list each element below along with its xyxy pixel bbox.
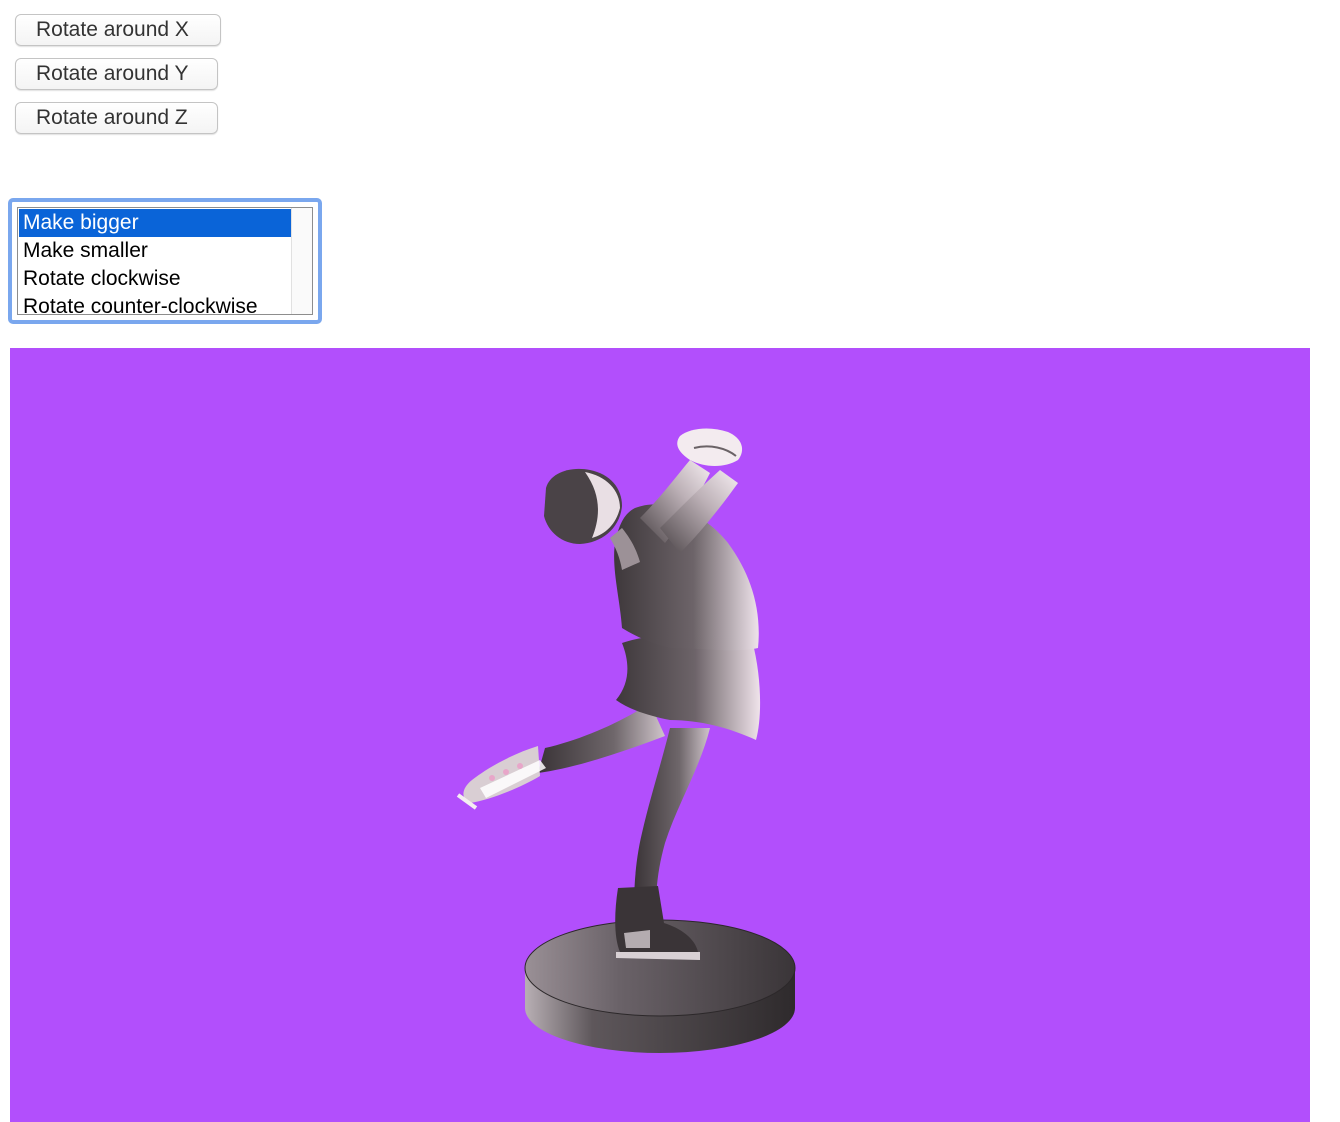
3d-viewport[interactable] [10,348,1310,1122]
listbox-option-make-bigger[interactable]: Make bigger [19,209,295,237]
action-listbox[interactable]: Make bigger Make smaller Rotate clockwis… [17,207,313,315]
rotate-around-z-button[interactable]: Rotate around Z [15,102,218,134]
free-leg [456,703,665,810]
3d-scene [456,428,796,1053]
listbox-option-rotate-clockwise[interactable]: Rotate clockwise [19,265,295,293]
action-listbox-focus-ring: Make bigger Make smaller Rotate clockwis… [8,198,322,324]
rotate-around-x-button[interactable]: Rotate around X [15,14,221,46]
listbox-option-rotate-counter-clockwise[interactable]: Rotate counter-clockwise [19,293,295,314]
listbox-options: Make bigger Make smaller Rotate clockwis… [19,209,295,314]
listbox-option-make-smaller[interactable]: Make smaller [19,237,295,265]
skater-statue-model [456,428,796,1053]
rotate-around-y-button[interactable]: Rotate around Y [15,58,218,90]
listbox-scrollbar[interactable] [291,208,312,314]
